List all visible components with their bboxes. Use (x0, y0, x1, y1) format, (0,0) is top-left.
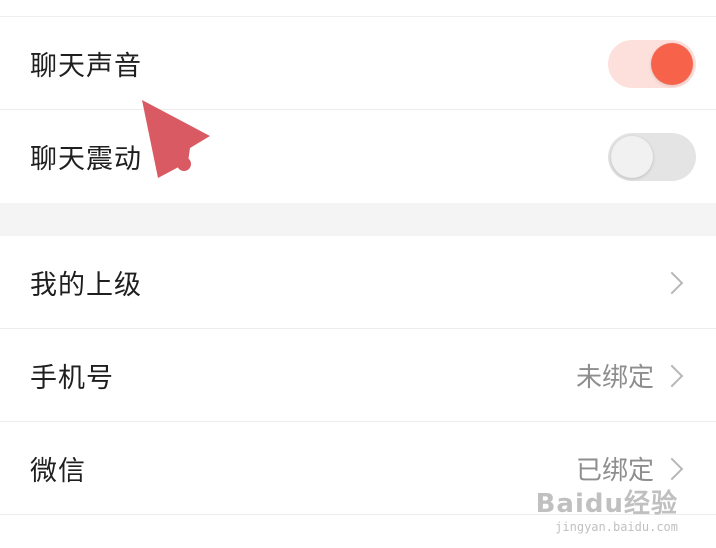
phone-label: 手机号 (30, 363, 114, 394)
chat-vibration-row[interactable]: 聊天震动 (0, 110, 716, 203)
superior-label: 我的上级 (30, 270, 142, 301)
chevron-right-icon (660, 457, 684, 480)
watermark-logo: Baidu经验 (535, 489, 678, 519)
chat-sound-row[interactable]: 聊天声音 (0, 17, 716, 110)
chevron-right-icon (660, 271, 684, 294)
red-arrow-annotation (142, 100, 210, 178)
chevron-right-icon (660, 364, 684, 387)
wechat-label: 微信 (30, 456, 86, 487)
section-gap (0, 203, 716, 236)
chat-sound-toggle[interactable] (608, 39, 696, 88)
top-strip (0, 0, 716, 17)
phone-row[interactable]: 手机号 未绑定 (0, 329, 716, 422)
chat-vibration-label: 聊天震动 (30, 144, 142, 175)
superior-row[interactable]: 我的上级 (0, 236, 716, 329)
wechat-status: 已绑定 (575, 456, 654, 486)
watermark-url: jingyan.baidu.com (555, 520, 678, 534)
chat-sound-label: 聊天声音 (30, 51, 142, 82)
toggle-knob (611, 135, 653, 178)
toggle-knob (651, 42, 693, 85)
watermark: Baidu经验 jingyan.baidu.com (536, 483, 678, 534)
chat-vibration-toggle[interactable] (608, 132, 696, 181)
phone-status: 未绑定 (575, 363, 654, 393)
